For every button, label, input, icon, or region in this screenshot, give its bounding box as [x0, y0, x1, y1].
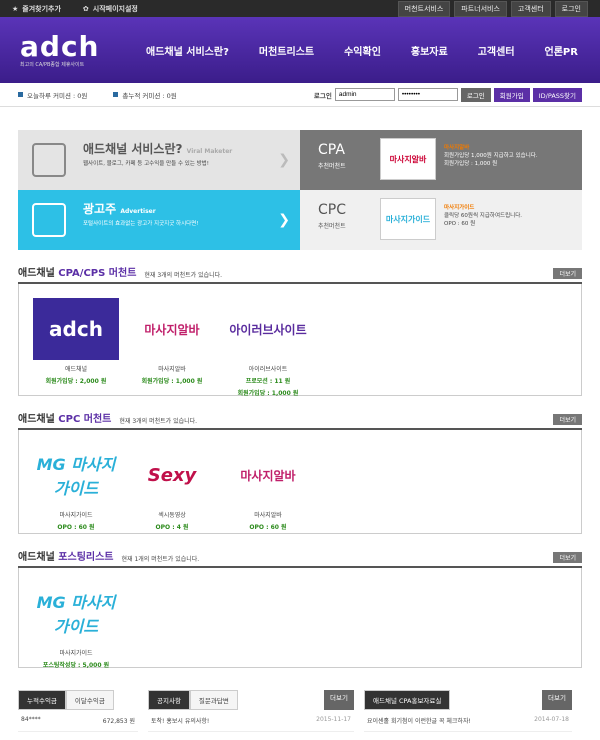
tab-promo[interactable]: 애드채널 CPA홍보자료실 — [364, 690, 451, 710]
more-button[interactable]: 더보기 — [553, 552, 582, 563]
merchant-thumb: 마사지알바 — [380, 138, 436, 180]
more-button[interactable]: 더보기 — [553, 268, 582, 279]
merchant-logo: 마사지알바 — [240, 468, 296, 483]
customer-center-button[interactable]: 고객센터 — [510, 0, 551, 17]
menu-revenue[interactable]: 수익확인 — [344, 43, 381, 58]
bookmark-link[interactable]: ★ 즐겨찾기추가 — [12, 4, 61, 14]
merchant-section: 애드채널 포스팅리스트 현재 1개의 머천트가 있습니다. 더보기 MG 마사지가이드… — [18, 548, 582, 669]
notice-panel: 공지사항 질문과답변 더보기 토착! 홍보시 유의사항! 2015-11-17 — [148, 690, 354, 732]
chevron-right-icon: ❯ — [278, 152, 290, 168]
merchant-logo: 마사지알바 — [144, 322, 200, 337]
more-button[interactable]: 더보기 — [324, 690, 354, 710]
menu-support[interactable]: 고객센터 — [478, 43, 515, 58]
chevron-right-icon: ❯ — [278, 212, 290, 228]
tab-qna[interactable]: 질문과답변 — [189, 690, 238, 710]
menu-merchant-list[interactable]: 머천트리스트 — [259, 43, 314, 58]
homepage-link[interactable]: ✿ 시작페이지설정 — [83, 4, 138, 14]
tab-month[interactable]: 이달수익금 — [65, 690, 114, 710]
section-count: 현재 1개의 머천트가 있습니다. — [121, 556, 200, 563]
more-button[interactable]: 더보기 — [542, 690, 572, 710]
merchant-card[interactable]: MG 마사지가이드 마사지가이드 OPO : 60 원 — [33, 444, 119, 531]
menu-service[interactable]: 애드채널 서비스란? — [146, 43, 229, 58]
join-button[interactable]: 회원가입 — [493, 87, 530, 102]
section-title: 애드채널 CPA/CPS 머천트 — [18, 268, 137, 279]
merchant-logo: Sexy — [147, 464, 197, 486]
cpa-banner[interactable]: CPA 추천머천트 마사지알바 마사지알바 회원가입당 1,000원 지급하고 있습… — [300, 130, 582, 190]
top-bar: ★ 즐겨찾기추가 ✿ 시작페이지설정 머천트서비스 파트너서비스 고객센터 로그… — [0, 0, 600, 17]
merchant-section: 애드채널 CPA/CPS 머천트 현재 3개의 머천트가 있습니다. 더보기 adch… — [18, 264, 582, 398]
main-nav: adch 최고의 CA/PB종합 제휴사이트 애드채널 서비스란? 머천트리스트… — [0, 17, 600, 83]
cpc-banner[interactable]: CPC 추천머천트 마사지가이드 마사지가이드 클릭당 60원씩 지급하여드립니다.… — [300, 190, 582, 250]
merchant-card[interactable]: 마사지알바 마사지알바 회원가입당 : 1,000 원 — [129, 298, 215, 386]
find-account-button[interactable]: ID/PASS찾기 — [532, 87, 582, 102]
document-icon — [32, 143, 66, 177]
merchant-logo: MG 마사지가이드 — [36, 593, 116, 636]
merchant-section: 애드채널 CPC 머천트 현재 3개의 머천트가 있습니다. 더보기 MG 마사지가이… — [18, 410, 582, 534]
section-count: 현재 3개의 머천트가 있습니다. — [144, 272, 223, 279]
merchant-card[interactable]: MG 마사지가이드 마사지가이드 포스팅작성당 : 5,000 원 — [33, 582, 119, 669]
today-commission: 오늘하루 커미션 : 0원 — [18, 90, 87, 100]
merchant-card[interactable]: 마사지알바 마사지알바 OPO : 60 원 — [225, 444, 311, 532]
merchant-logo: adch — [33, 298, 119, 360]
section-title: 애드채널 포스팅리스트 — [18, 552, 114, 563]
merchant-service-button[interactable]: 머천트서비스 — [397, 0, 451, 17]
section-count: 현재 3개의 머천트가 있습니다. — [119, 418, 198, 425]
menu-press[interactable]: 언론PR — [545, 43, 578, 58]
merchant-card[interactable]: 아이러브사이트 아이러브사이트 프로모션 : 11 원 회원가입당 : 1,000 원 — [225, 298, 311, 398]
total-commission: 총누적 커미션 : 0원 — [113, 90, 177, 100]
tab-notice[interactable]: 공지사항 — [148, 690, 190, 710]
login-button[interactable]: 로그인 — [460, 87, 491, 102]
partner-service-button[interactable]: 파트너서비스 — [454, 0, 507, 17]
merchant-card[interactable]: Sexy 섹시동영상 OPO : 4 원 — [129, 444, 215, 532]
login-bar: 오늘하루 커미션 : 0원 총누적 커미션 : 0원 로그인 로그인 회원가입 … — [0, 83, 600, 107]
login-label: 로그인 — [313, 91, 332, 100]
id-input[interactable] — [334, 88, 395, 101]
menu-promo[interactable]: 홍보자료 — [411, 43, 448, 58]
merchant-thumb: 마사지가이드 — [380, 198, 436, 240]
merchant-logo: MG 마사지가이드 — [36, 455, 116, 498]
login-top-button[interactable]: 로그인 — [554, 0, 588, 17]
more-button[interactable]: 더보기 — [553, 414, 582, 425]
service-banner[interactable]: 애드채널 서비스란? Viral Maketer 웹사이트, 블로그, 카페 등… — [18, 130, 300, 190]
logo[interactable]: adch 최고의 CA/PB종합 제휴사이트 — [20, 32, 130, 68]
advertiser-banner[interactable]: 광고주 Advertiser 포털사이트의 효과없는 광고가 지긋지긋 하시다면… — [18, 190, 300, 250]
merchant-card[interactable]: adch 애드채널 회원가입당 : 2,000 원 — [33, 298, 119, 385]
revenue-panel: 누적수익금 이달수익금 84**** 672,853 원 — [18, 690, 138, 732]
person-icon — [32, 203, 66, 237]
password-input[interactable] — [397, 88, 458, 101]
tab-total[interactable]: 누적수익금 — [18, 690, 66, 710]
section-title: 애드채널 CPC 머천트 — [18, 414, 112, 425]
merchant-logo: 아이러브사이트 — [229, 322, 307, 337]
promo-panel: 애드채널 CPA홍보자료실 더보기 요이센홀 회기첨이 이런한글 꼭 체크하자! 2… — [364, 690, 572, 732]
